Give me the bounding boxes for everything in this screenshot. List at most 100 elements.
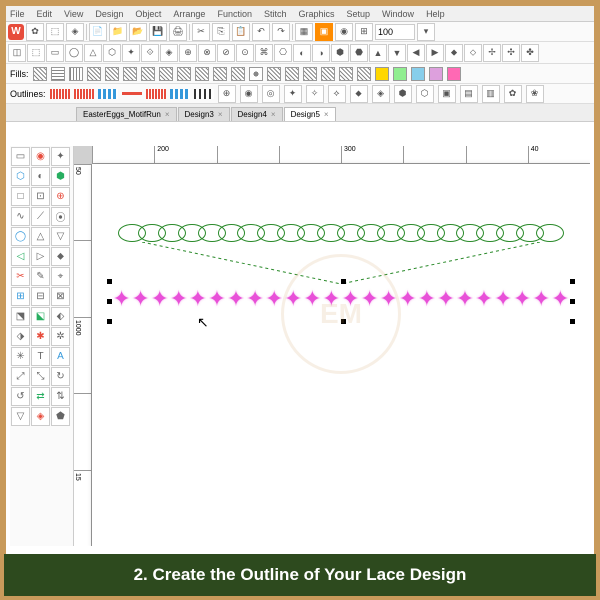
outline-tool-icon[interactable]: ⟡ [328,85,346,103]
fill-swatch[interactable] [447,67,461,81]
tool-icon[interactable]: ⊘ [217,44,235,62]
fill-swatch[interactable] [87,67,101,81]
menu-window[interactable]: Window [382,9,414,19]
tool-icon[interactable]: ✦ [122,44,140,62]
menu-file[interactable]: File [10,9,25,19]
fill-swatch[interactable] [51,67,65,81]
print-icon[interactable]: 🖨 [169,23,187,41]
fill-swatch[interactable] [249,67,263,81]
outline-tool-icon[interactable]: ▣ [438,85,456,103]
copy-icon[interactable]: ⎘ [212,23,230,41]
outline-swatch[interactable] [98,89,118,99]
fill-swatch[interactable] [177,67,191,81]
fill-swatch[interactable] [303,67,317,81]
tool-icon[interactable]: T [31,347,50,366]
tool-icon[interactable]: ⬡ [11,167,30,186]
outline-tool-icon[interactable]: ✦ [284,85,302,103]
tool-icon[interactable]: ⊠ [51,287,70,306]
fill-swatch[interactable] [159,67,173,81]
tool-icon[interactable]: ⊞ [355,23,373,41]
tool-icon[interactable]: ◐ [31,167,50,186]
fill-swatch[interactable] [33,67,47,81]
close-icon[interactable]: × [271,110,276,119]
tool-icon[interactable]: △ [31,227,50,246]
outline-swatch[interactable] [146,89,166,99]
tool-icon[interactable]: ▾ [417,23,435,41]
tool-icon[interactable]: ✦ [51,147,70,166]
new-icon[interactable]: 📄 [89,23,107,41]
fill-swatch[interactable] [339,67,353,81]
tool-icon[interactable]: ▼ [388,44,406,62]
tool-icon[interactable]: ⊡ [31,187,50,206]
tool-icon[interactable]: ⤢ [11,367,30,386]
selection-handle[interactable] [107,319,112,324]
menu-arrange[interactable]: Arrange [173,9,205,19]
tool-icon[interactable]: ✂ [11,267,30,286]
tool-icon[interactable]: ⦿ [51,207,70,226]
tool-icon[interactable]: ▽ [11,407,30,426]
tool-icon[interactable]: ⊕ [179,44,197,62]
menu-object[interactable]: Object [135,9,161,19]
tool-icon[interactable]: ⬕ [31,307,50,326]
tool-icon[interactable]: ⬥ [51,247,70,266]
tool-icon[interactable]: ▣ [315,23,333,41]
tool-icon[interactable]: ⬡ [103,44,121,62]
fill-swatch[interactable] [321,67,335,81]
outline-tool-icon[interactable]: ✧ [306,85,324,103]
outline-swatch[interactable] [50,89,70,99]
tool-icon[interactable]: ⬗ [11,327,30,346]
tool-icon[interactable]: ⬦ [464,44,482,62]
tool-icon[interactable]: ◯ [65,44,83,62]
tool-icon[interactable]: ⬔ [11,307,30,326]
selection-handle[interactable] [107,299,112,304]
fill-swatch[interactable] [429,67,443,81]
fill-swatch[interactable] [213,67,227,81]
tool-icon[interactable]: ✎ [31,267,50,286]
fill-swatch[interactable] [285,67,299,81]
outline-tool-icon[interactable]: ◎ [262,85,280,103]
tool-icon[interactable]: ✢ [483,44,501,62]
tool-icon[interactable]: ⊕ [51,187,70,206]
tool-icon[interactable]: ∿ [11,207,30,226]
tool-icon[interactable]: ⬚ [46,23,64,41]
zoom-input[interactable] [375,24,415,40]
selection-handle[interactable] [341,279,346,284]
tool-icon[interactable]: ⎔ [274,44,292,62]
tool-icon[interactable]: ✤ [521,44,539,62]
tool-icon[interactable]: ▶ [426,44,444,62]
fill-swatch[interactable] [123,67,137,81]
outline-tool-icon[interactable]: ⬡ [416,85,434,103]
tool-icon[interactable]: ⬣ [350,44,368,62]
fill-swatch[interactable] [393,67,407,81]
tool-icon[interactable]: ⤡ [31,367,50,386]
close-icon[interactable]: × [324,110,329,119]
outline-tool-icon[interactable]: ❀ [526,85,544,103]
tool-icon[interactable]: ✱ [31,327,50,346]
tool-icon[interactable]: ⊞ [11,287,30,306]
tool-icon[interactable]: ⇅ [51,387,70,406]
tool-icon[interactable]: ◫ [8,44,26,62]
menu-setup[interactable]: Setup [347,9,371,19]
tool-icon[interactable]: ✿ [26,23,44,41]
redo-icon[interactable]: ↷ [272,23,290,41]
tab-design4[interactable]: Design4× [231,107,283,121]
tool-icon[interactable]: ◑ [312,44,330,62]
design-canvas[interactable]: ✦✦✦✦✦✦✦✦✦✦✦✦✦✦✦✦✦✦✦✦✦✦✦✦ ↖ EM [92,164,590,546]
outline-swatch[interactable] [122,92,142,95]
green-lace-outline[interactable] [122,224,560,242]
tool-icon[interactable]: ◉ [31,147,50,166]
tool-icon[interactable]: ◯ [11,227,30,246]
open-recent-icon[interactable]: 📂 [129,23,147,41]
tab-eastereggs[interactable]: EasterEggs_MotifRun× [76,107,177,121]
outline-tool-icon[interactable]: ⊕ [218,85,236,103]
outline-tool-icon[interactable]: ⬥ [350,85,368,103]
selection-handle[interactable] [107,279,112,284]
tool-icon[interactable]: ◉ [335,23,353,41]
tool-icon[interactable]: ⬟ [51,407,70,426]
tool-icon[interactable]: ▷ [31,247,50,266]
pink-lace-selection[interactable]: ✦✦✦✦✦✦✦✦✦✦✦✦✦✦✦✦✦✦✦✦✦✦✦✦ [112,284,570,314]
fill-swatch[interactable] [195,67,209,81]
fill-swatch[interactable] [357,67,371,81]
tool-icon[interactable]: ▭ [46,44,64,62]
tool-icon[interactable]: ⇄ [31,387,50,406]
